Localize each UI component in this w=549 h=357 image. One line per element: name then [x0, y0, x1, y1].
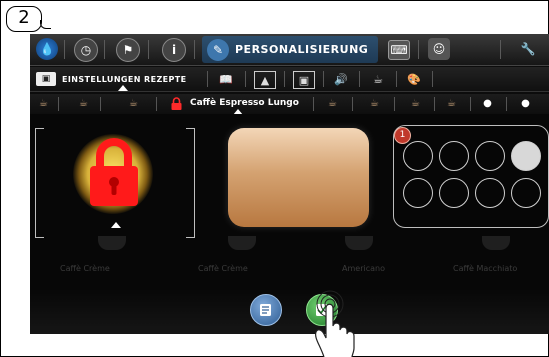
- settings-submenu: ▣ EINSTELLUNGEN REZEPTE 📖 ▲ ▣ 🔊 ☕ 🎨: [30, 67, 549, 92]
- separator: [352, 97, 353, 111]
- tab-personalisierung-label: PERSONALISIERUNG: [235, 43, 369, 56]
- separator: [100, 97, 101, 111]
- separator: [207, 71, 208, 87]
- submenu-recipe-settings-label: EINSTELLUNGEN REZEPTE: [62, 74, 187, 84]
- separator: [359, 71, 360, 87]
- screen-icon[interactable]: ▣: [293, 71, 315, 89]
- ghost-cup: [482, 236, 510, 250]
- main-menu-bar: 💧 ◷ ⚑ i ✎ PERSONALISIERUNG ⌨ ☺ 🔧: [30, 34, 549, 66]
- recipe-strip: ☕ ☕ ☕ Caffè Espresso Lungo ☕ ☕ ☕ ☕ ● ●: [30, 94, 549, 115]
- separator: [434, 97, 435, 111]
- flag-icon[interactable]: ⚑: [116, 38, 140, 62]
- cup-icon[interactable]: ☕: [128, 98, 139, 109]
- selection-bracket-left: [35, 128, 44, 238]
- beverage-preview[interactable]: [228, 128, 369, 227]
- cup-quantity-circle[interactable]: [475, 178, 505, 208]
- cup-icon[interactable]: ☕: [369, 98, 380, 109]
- separator: [194, 40, 195, 59]
- water-drop-icon[interactable]: 💧: [36, 38, 58, 60]
- keyboard-icon[interactable]: ⌨: [388, 40, 410, 60]
- cup-icon[interactable]: ☕: [446, 98, 457, 109]
- cup-icon[interactable]: ☕: [327, 98, 338, 109]
- ghost-cup: [98, 236, 126, 250]
- selected-recipe-label[interactable]: Caffè Espresso Lungo: [190, 98, 299, 108]
- separator: [418, 40, 419, 59]
- cup-quantity-circle[interactable]: [511, 178, 541, 208]
- active-indicator: [118, 85, 128, 91]
- profile-card-icon[interactable]: 📖: [214, 71, 238, 87]
- pointing-hand-icon: [315, 290, 355, 357]
- separator: [470, 97, 471, 111]
- edit-list-icon: [260, 304, 271, 316]
- ghost-cup: [228, 236, 256, 250]
- info-icon[interactable]: i: [162, 38, 186, 62]
- image-icon[interactable]: ▲: [254, 71, 276, 89]
- faded-recipe-label: Americano: [342, 264, 385, 273]
- recipe-lock-icon[interactable]: [88, 136, 140, 208]
- cup-count-badge: 1: [394, 127, 411, 144]
- faded-recipe-label: Caffè Crème: [198, 264, 248, 273]
- cup-icon[interactable]: ●: [520, 98, 531, 109]
- step-number: 2: [18, 7, 30, 28]
- cup-quantity-circle[interactable]: [403, 178, 433, 208]
- cup-icon[interactable]: ☕: [78, 98, 89, 109]
- separator: [500, 40, 501, 59]
- coffee-machine-icon[interactable]: ☕: [368, 71, 388, 87]
- cup-icon[interactable]: ☕: [410, 98, 421, 109]
- separator: [156, 97, 157, 111]
- speaker-icon[interactable]: 🔊: [331, 71, 351, 87]
- ghost-cup: [345, 236, 373, 250]
- separator: [323, 71, 324, 87]
- separator: [313, 97, 314, 111]
- separator: [64, 40, 65, 59]
- pen-icon: ✎: [207, 38, 229, 61]
- step-callout-line: [40, 20, 51, 29]
- cup-icon[interactable]: ●: [482, 98, 493, 109]
- machine-display: 💧 ◷ ⚑ i ✎ PERSONALISIERUNG ⌨ ☺ 🔧 ▣ EINST…: [30, 34, 549, 334]
- book-icon: ▣: [36, 72, 56, 86]
- separator: [148, 40, 149, 59]
- tab-personalisierung[interactable]: ✎ PERSONALISIERUNG: [202, 36, 378, 63]
- separator: [396, 71, 397, 87]
- separator: [432, 71, 433, 87]
- edit-list-button[interactable]: [250, 294, 282, 326]
- cup-quantity-circle[interactable]: [475, 141, 505, 171]
- clock-icon[interactable]: ◷: [74, 38, 98, 62]
- cup-quantity-circle[interactable]: [511, 141, 541, 171]
- faded-recipe-label: Caffè Macchiato: [453, 264, 518, 273]
- separator: [58, 97, 59, 111]
- separator: [284, 71, 285, 87]
- lock-icon: [171, 97, 182, 110]
- selection-bracket-right: [186, 128, 195, 238]
- step-number-badge: 2: [6, 6, 42, 32]
- cup-quantity-circle[interactable]: [403, 141, 433, 171]
- separator: [104, 40, 105, 59]
- user-icon[interactable]: ☺: [428, 38, 450, 60]
- separator: [506, 97, 507, 111]
- faded-recipe-label: Caffè Crème: [60, 264, 110, 273]
- palette-icon[interactable]: 🎨: [404, 71, 424, 87]
- cup-quantity-circle[interactable]: [439, 141, 469, 171]
- separator: [245, 71, 246, 87]
- background-decoration: [30, 289, 549, 334]
- separator: [394, 97, 395, 111]
- selection-indicator: [111, 222, 121, 228]
- cup-icon[interactable]: ☕: [38, 98, 49, 109]
- recipe-detail-area: Caffè Crème Caffè Crème Americano Caffè …: [30, 114, 549, 334]
- cup-quantity-circle[interactable]: [439, 178, 469, 208]
- wrench-icon[interactable]: 🔧: [517, 38, 539, 60]
